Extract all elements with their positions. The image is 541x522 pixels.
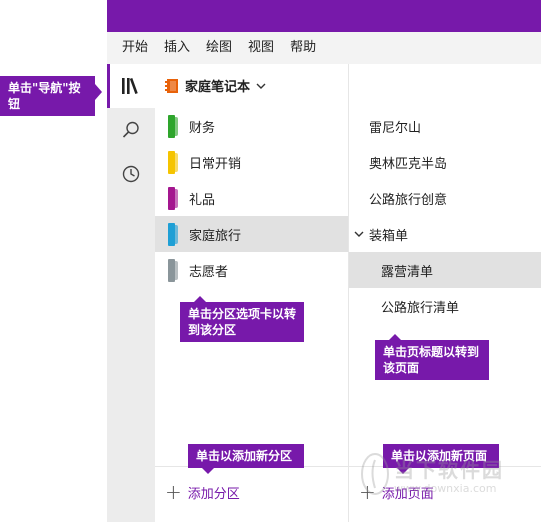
add-section-label: 添加分区 bbox=[187, 486, 240, 502]
page-label: 公路旅行清单 bbox=[381, 300, 460, 316]
callout-section-tab: 单击分区选项卡以转到该分区 bbox=[180, 296, 304, 342]
section-tab-daily-expenses[interactable]: 日常开销 bbox=[155, 144, 348, 180]
notebook-switcher[interactable]: 家庭笔记本 bbox=[165, 76, 266, 95]
section-tab-family-travel[interactable]: 家庭旅行 bbox=[155, 216, 348, 252]
page-item[interactable]: 奥林匹克半岛 bbox=[349, 144, 541, 180]
nav-active-indicator bbox=[107, 64, 110, 108]
page-label: 奥林匹克半岛 bbox=[369, 156, 448, 172]
notebook-icon bbox=[165, 78, 178, 93]
plus-icon: + bbox=[165, 480, 182, 504]
callout-page-title: 单击页标题以转到该页面 bbox=[375, 334, 489, 380]
chevron-down-icon bbox=[256, 83, 266, 89]
menu-draw[interactable]: 绘图 bbox=[190, 32, 232, 64]
page-item[interactable]: 雷尼尔山 bbox=[349, 108, 541, 144]
menu-view[interactable]: 视图 bbox=[232, 32, 274, 64]
subpage-item-selected[interactable]: 露营清单 bbox=[349, 252, 541, 288]
section-label: 礼品 bbox=[189, 192, 216, 208]
callout-add-section: 单击以添加新分区 bbox=[188, 444, 304, 474]
section-label: 家庭旅行 bbox=[189, 228, 242, 244]
page-item[interactable]: 公路旅行创意 bbox=[349, 180, 541, 216]
section-color-tab bbox=[168, 223, 178, 246]
search-button[interactable] bbox=[107, 108, 155, 152]
navigation-strip bbox=[107, 64, 155, 522]
watermark-logo-icon bbox=[361, 453, 389, 495]
recent-button[interactable] bbox=[107, 152, 155, 196]
page-label: 雷尼尔山 bbox=[369, 120, 422, 136]
title-bar bbox=[107, 0, 541, 32]
search-icon bbox=[122, 121, 139, 138]
navigation-button[interactable] bbox=[107, 64, 155, 108]
callout-navigation: 单击"导航"按钮 bbox=[0, 76, 102, 116]
section-label: 日常开销 bbox=[189, 156, 242, 172]
ribbon-menu-bar: 开始 插入 绘图 视图 帮助 bbox=[107, 32, 541, 64]
menu-insert[interactable]: 插入 bbox=[148, 32, 190, 64]
page-label: 装箱单 bbox=[369, 228, 409, 244]
section-color-tab bbox=[168, 115, 178, 138]
watermark-name: 当下软件园 bbox=[394, 458, 504, 482]
menu-home[interactable]: 开始 bbox=[107, 32, 148, 64]
subpage-item[interactable]: 公路旅行清单 bbox=[349, 288, 541, 324]
add-section-button[interactable]: + 添加分区 bbox=[165, 482, 240, 502]
section-color-tab bbox=[168, 151, 178, 174]
section-tab-finance[interactable]: 财务 bbox=[155, 108, 348, 144]
page-group-packing-list[interactable]: 装箱单 bbox=[349, 216, 541, 252]
chevron-down-icon[interactable] bbox=[354, 230, 364, 238]
section-color-tab bbox=[168, 187, 178, 210]
section-tab-gifts[interactable]: 礼品 bbox=[155, 180, 348, 216]
section-color-tab bbox=[168, 259, 178, 282]
page-label: 露营清单 bbox=[381, 264, 434, 280]
section-label: 财务 bbox=[189, 120, 216, 136]
notebook-title: 家庭笔记本 bbox=[185, 80, 251, 95]
menu-help[interactable]: 帮助 bbox=[274, 32, 316, 64]
clock-icon bbox=[122, 165, 140, 183]
notebooks-icon bbox=[122, 78, 138, 94]
section-tab-volunteers[interactable]: 志愿者 bbox=[155, 252, 348, 288]
page-label: 公路旅行创意 bbox=[369, 192, 448, 208]
watermark-url: www.downxia.com bbox=[394, 482, 497, 495]
section-label: 志愿者 bbox=[189, 264, 229, 280]
watermark: 当下软件园 www.downxia.com bbox=[360, 452, 541, 512]
